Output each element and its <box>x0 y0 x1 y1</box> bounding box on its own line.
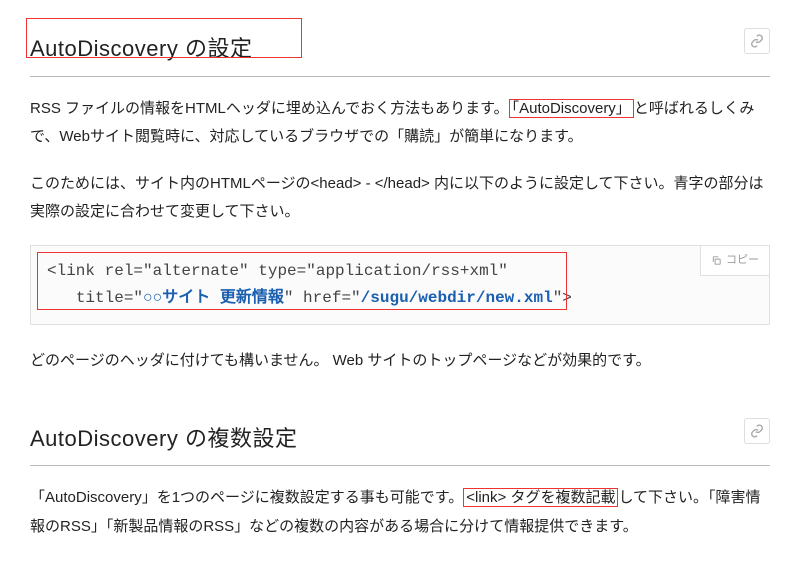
code-content: <link rel="alternate" type="application/… <box>31 246 769 324</box>
section-title-1: AutoDiscovery の設定 <box>30 28 252 70</box>
code-line2-c: "> <box>553 289 572 307</box>
link-icon <box>750 34 764 48</box>
paragraph-3: どのページのヘッダに付けても構いません。 Web サイトのトップページなどが効果… <box>30 347 770 376</box>
paragraph-1: RSS ファイルの情報をHTMLヘッダに埋め込んでおく方法もあります。「Auto… <box>30 95 770 152</box>
code-blue-title: ○○サイト 更新情報 <box>143 289 284 307</box>
code-line1: <link rel="alternate" type="application/… <box>47 262 508 280</box>
copy-button[interactable]: コピー <box>700 246 769 276</box>
anchor-link-button-2[interactable] <box>744 418 770 444</box>
p1-text-a: RSS ファイルの情報をHTMLヘッダに埋め込んでおく方法もあります。 <box>30 100 509 117</box>
copy-icon <box>711 255 722 266</box>
section-heading-1: AutoDiscovery の設定 <box>30 24 770 77</box>
paragraph-4: 「AutoDiscovery」を1つのページに複数設定する事も可能です。<lin… <box>30 484 770 541</box>
code-blue-href: /sugu/webdir/new.xml <box>361 289 553 307</box>
p4-text-a: 「AutoDiscovery」を1つのページに複数設定する事も可能です。 <box>30 489 463 506</box>
code-line2-b: " href=" <box>284 289 361 307</box>
link-icon <box>750 424 764 438</box>
code-line2-a: title=" <box>47 289 143 307</box>
highlight-autodiscovery: 「AutoDiscovery」 <box>509 99 634 118</box>
highlight-link-tag: <link> タグを複数記載 <box>463 488 618 507</box>
section-heading-2: AutoDiscovery の複数設定 <box>30 414 770 467</box>
anchor-link-button-1[interactable] <box>744 28 770 54</box>
paragraph-2: このためには、サイト内のHTMLページの<head> - </head> 内に以… <box>30 170 770 227</box>
section-title-2: AutoDiscovery の複数設定 <box>30 418 297 460</box>
code-block: コピー <link rel="alternate" type="applicat… <box>30 245 770 325</box>
copy-label: コピー <box>726 250 759 271</box>
